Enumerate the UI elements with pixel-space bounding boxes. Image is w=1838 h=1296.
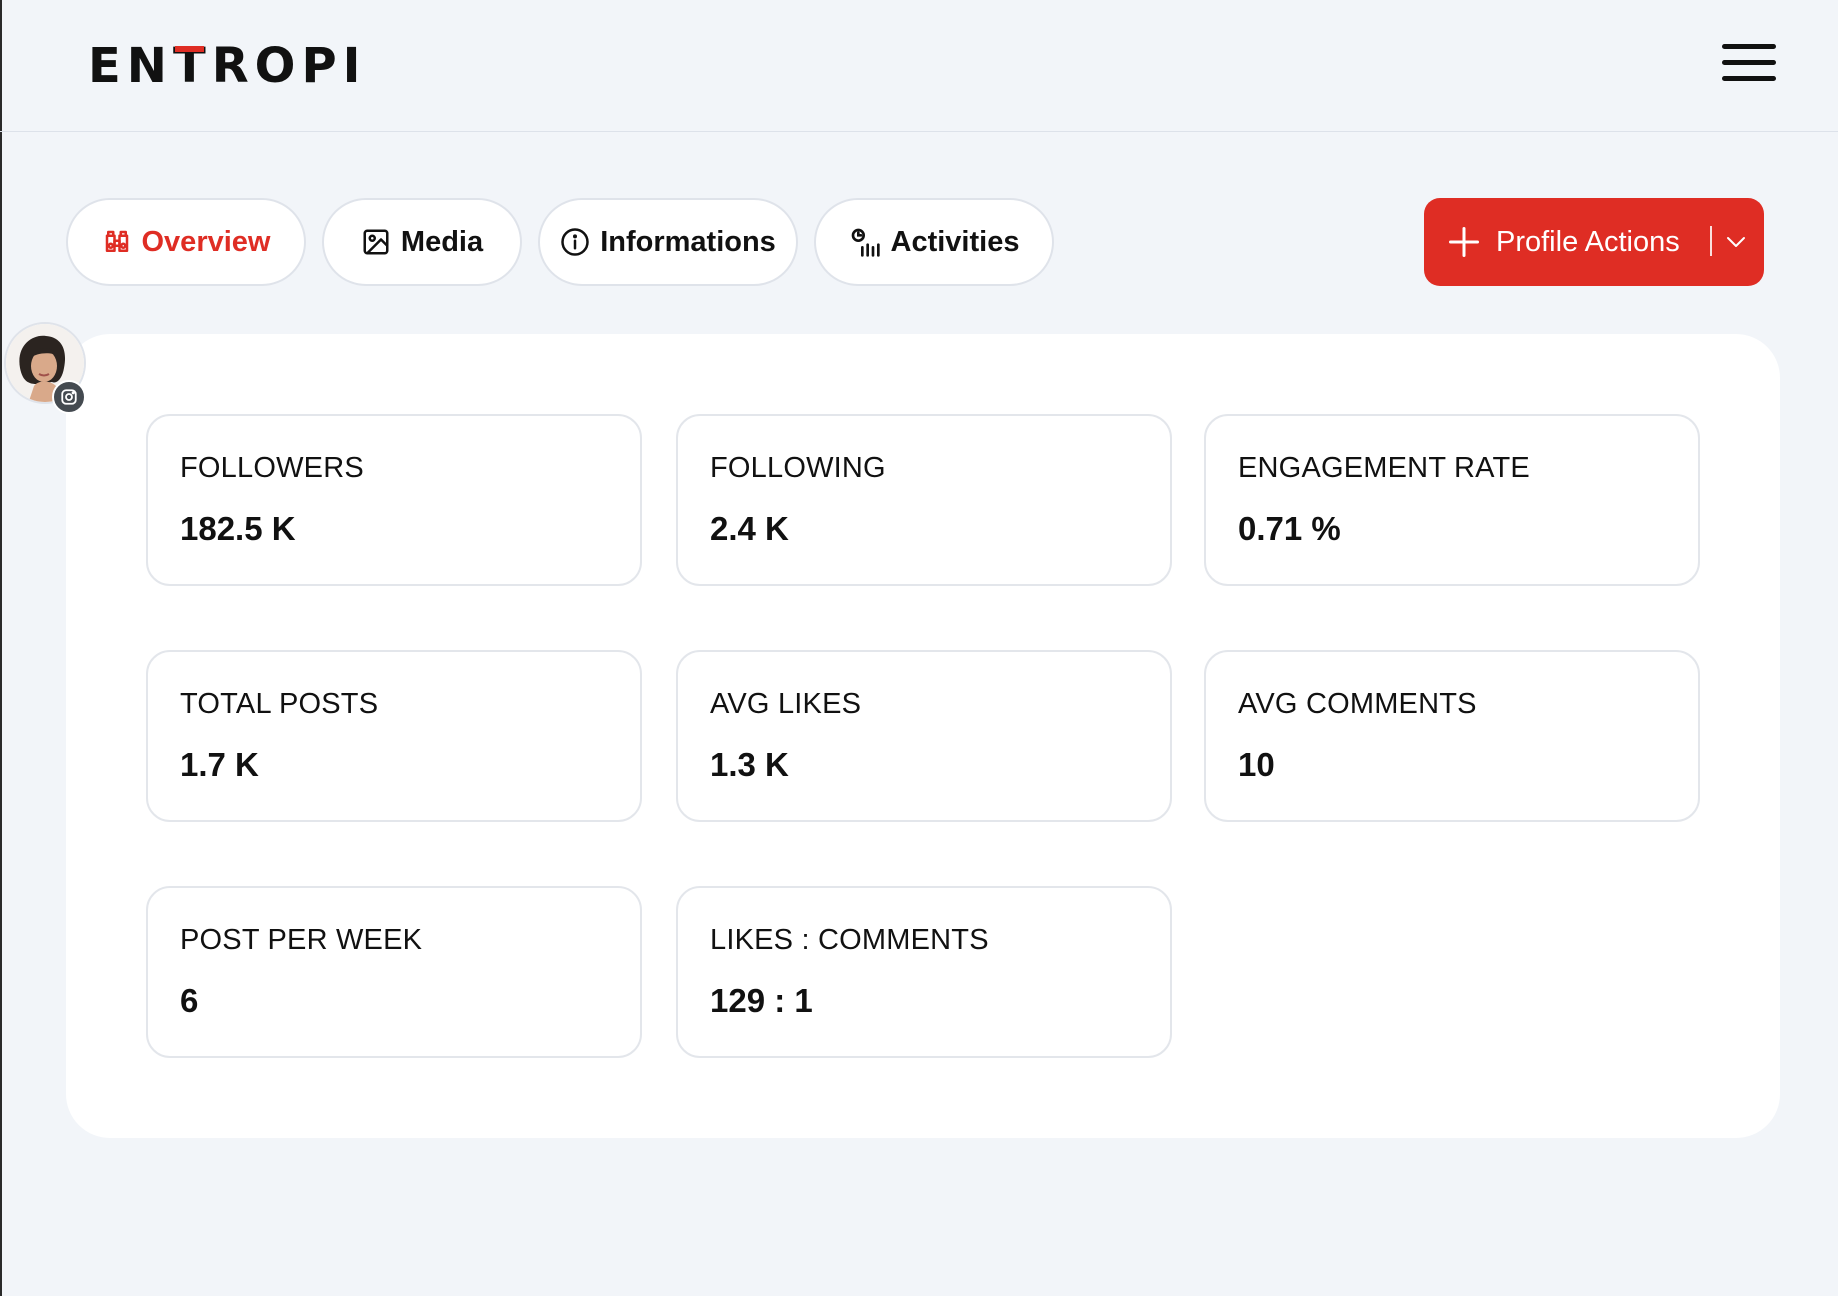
stat-card-avg-likes: AVG LIKES 1.3 K xyxy=(676,650,1172,822)
stat-value: 182.5 K xyxy=(180,510,296,547)
stat-value: 1.7 K xyxy=(180,746,259,783)
stat-label: FOLLOWERS xyxy=(180,452,364,484)
stat-value: 129 : 1 xyxy=(710,982,813,1019)
hamburger-menu-icon[interactable] xyxy=(1722,44,1776,84)
stat-card-following: FOLLOWING 2.4 K xyxy=(676,414,1172,586)
stat-label: AVG COMMENTS xyxy=(1238,688,1477,720)
tab-label: Activities xyxy=(890,225,1020,258)
entropi-logo[interactable]: ENTROPI xyxy=(88,36,367,96)
activity-chart-icon xyxy=(851,228,880,257)
stat-card-engagement-rate: ENGAGEMENT RATE 0.71 % xyxy=(1204,414,1700,586)
stat-card-likes-comments: LIKES : COMMENTS 129 : 1 xyxy=(676,886,1172,1058)
profile-actions-label: Profile Actions xyxy=(1496,226,1680,258)
tab-overview[interactable]: Overview xyxy=(66,198,306,286)
stat-label: AVG LIKES xyxy=(710,688,862,720)
window-edge xyxy=(0,0,2,1296)
tab-label: Informations xyxy=(600,225,776,258)
stat-value: 6 xyxy=(180,982,199,1019)
stat-label: TOTAL POSTS xyxy=(180,688,379,720)
profile-actions-button[interactable]: Profile Actions xyxy=(1424,198,1764,286)
stat-value: 0.71 % xyxy=(1238,510,1341,547)
stat-value: 2.4 K xyxy=(710,510,789,547)
button-divider xyxy=(1710,226,1712,256)
image-icon xyxy=(363,229,389,255)
logo-part: ROPI xyxy=(211,38,367,94)
tab-informations[interactable]: Informations xyxy=(538,198,798,286)
info-icon xyxy=(561,228,589,256)
stat-label: ENGAGEMENT RATE xyxy=(1238,452,1530,484)
top-header: ENTROPI xyxy=(0,0,1838,132)
stat-card-post-per-week: POST PER WEEK 6 xyxy=(146,886,642,1058)
binoculars-icon xyxy=(105,230,128,252)
stat-label: LIKES : COMMENTS xyxy=(710,924,989,956)
logo-part-accent: T xyxy=(172,38,212,94)
stat-label: POST PER WEEK xyxy=(180,924,423,956)
stat-card-followers: FOLLOWERS 182.5 K xyxy=(146,414,642,586)
stat-value: 1.3 K xyxy=(710,746,789,783)
instagram-icon xyxy=(52,380,86,414)
tab-activities[interactable]: Activities xyxy=(814,198,1054,286)
tab-media[interactable]: Media xyxy=(322,198,522,286)
tab-label: Overview xyxy=(141,225,271,258)
tab-label: Media xyxy=(400,225,484,258)
stat-value: 10 xyxy=(1238,746,1275,783)
stat-label: FOLLOWING xyxy=(710,452,886,484)
plus-icon xyxy=(1449,227,1479,257)
logo-part: EN xyxy=(88,38,173,94)
chevron-down-icon[interactable] xyxy=(1724,230,1748,254)
stat-card-avg-comments: AVG COMMENTS 10 xyxy=(1204,650,1700,822)
stat-card-total-posts: TOTAL POSTS 1.7 K xyxy=(146,650,642,822)
